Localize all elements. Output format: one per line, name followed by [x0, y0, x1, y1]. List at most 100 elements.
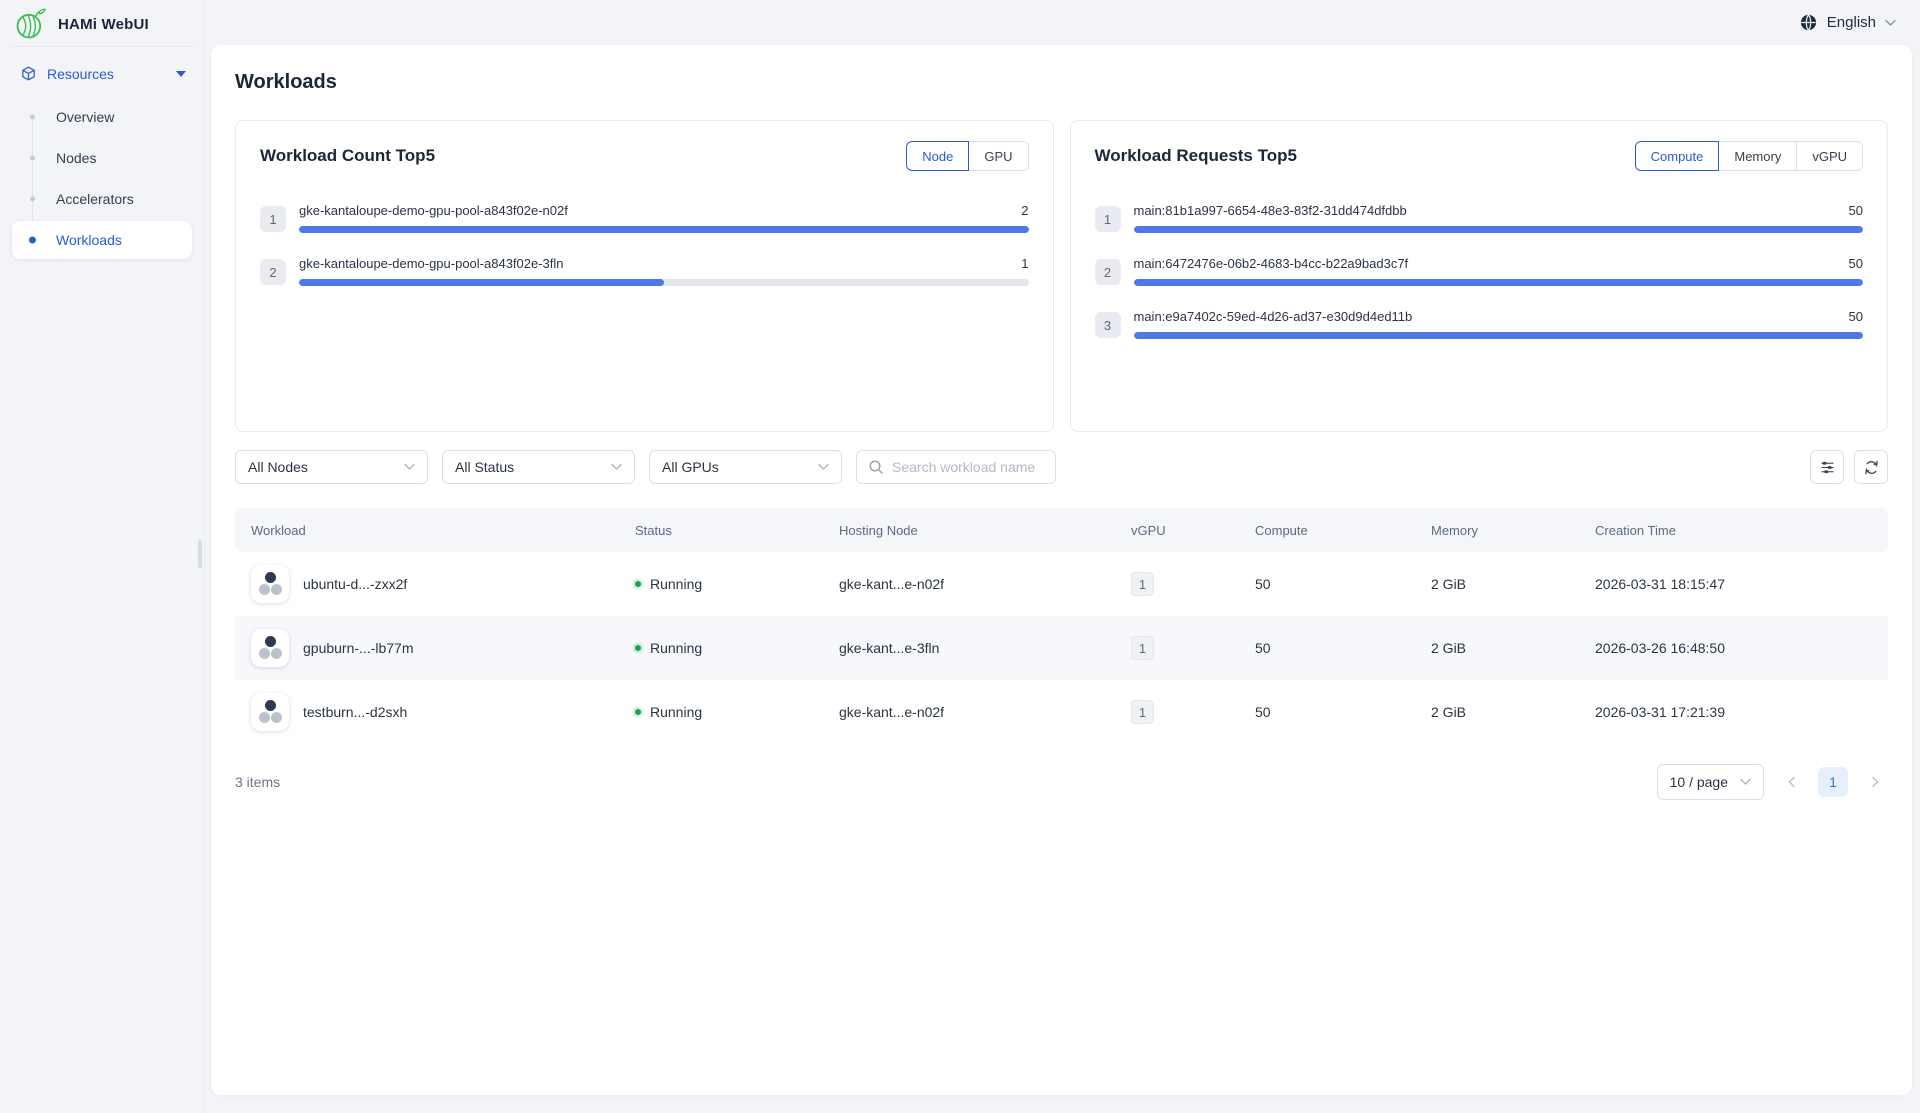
toggle-memory-button[interactable]: Memory	[1718, 141, 1797, 171]
gpu-filter-select[interactable]: All GPUs	[649, 450, 842, 484]
column-header-vgpu: vGPU	[1115, 523, 1239, 538]
table-row[interactable]: gpuburn-...-lb77m Running gke-kant...e-3…	[235, 616, 1888, 680]
workloads-table: Workload Status Hosting Node vGPU Comput…	[235, 508, 1888, 744]
table-footer: 3 items 10 / page 1	[235, 764, 1888, 800]
sidebar-item-label: Accelerators	[56, 191, 134, 207]
brand: HAMi WebUI	[0, 0, 204, 46]
sidebar: HAMi WebUI Resources Overview Nodes	[0, 0, 205, 1113]
workload-name: testburn...-d2sxh	[303, 704, 407, 720]
workload-count-title: Workload Count Top5	[260, 146, 435, 166]
memory-value: 2 GiB	[1415, 576, 1579, 592]
workload-requests-title: Workload Requests Top5	[1095, 146, 1297, 166]
bar-label: gke-kantaloupe-demo-gpu-pool-a843f02e-3f…	[299, 256, 564, 271]
sidebar-section-label: Resources	[47, 66, 114, 82]
page-size-value: 10 / page	[1670, 774, 1728, 790]
cube-icon	[20, 65, 37, 82]
globe-icon	[1799, 13, 1818, 32]
bar-value: 50	[1849, 256, 1863, 271]
requests-toggle-group: Compute Memory vGPU	[1635, 141, 1863, 171]
table-row[interactable]: ubuntu-d...-zxx2f Running gke-kant...e-n…	[235, 552, 1888, 616]
main-area: English Workloads Workload Count Top5 No…	[205, 0, 1920, 1113]
submenu-dot	[30, 115, 35, 120]
language-label: English	[1827, 14, 1876, 31]
sidebar-item-overview[interactable]: Overview	[12, 98, 192, 136]
toggle-vgpu-button[interactable]: vGPU	[1796, 141, 1863, 171]
refresh-button[interactable]	[1854, 450, 1888, 484]
bar-fill	[299, 226, 1029, 233]
status-label: Running	[650, 704, 702, 720]
page-size-select[interactable]: 10 / page	[1657, 764, 1764, 800]
node-filter-value: All Nodes	[248, 459, 308, 475]
hami-logo-icon	[14, 7, 48, 41]
pods-icon	[251, 629, 289, 667]
status-filter-select[interactable]: All Status	[442, 450, 635, 484]
bar-track	[1134, 332, 1864, 339]
app-title: HAMi WebUI	[58, 16, 149, 33]
pagination: 10 / page 1	[1657, 764, 1888, 800]
rank-badge: 2	[260, 259, 286, 285]
app-root: HAMi WebUI Resources Overview Nodes	[0, 0, 1920, 1113]
refresh-icon	[1863, 459, 1880, 476]
bar-track	[1134, 226, 1864, 233]
sidebar-section-resources[interactable]: Resources	[0, 47, 204, 94]
hosting-node: gke-kant...e-n02f	[823, 704, 1115, 720]
bar-fill	[299, 279, 664, 286]
search-icon	[868, 459, 884, 475]
column-header-creation-time: Creation Time	[1579, 523, 1888, 538]
caret-down-icon	[176, 71, 186, 77]
next-page-button[interactable]	[1862, 767, 1888, 797]
sidebar-resize-handle[interactable]	[198, 540, 202, 568]
chevron-right-icon	[1871, 776, 1880, 788]
previous-page-button[interactable]	[1778, 767, 1804, 797]
column-header-hosting-node: Hosting Node	[823, 523, 1115, 538]
workload-count-top5-card: Workload Count Top5 Node GPU 1 gke-kanta…	[235, 120, 1054, 432]
column-header-status: Status	[619, 523, 823, 538]
language-selector[interactable]: English	[1799, 13, 1896, 32]
sidebar-item-accelerators[interactable]: Accelerators	[12, 180, 192, 218]
status-filter-value: All Status	[455, 459, 514, 475]
toggle-node-button[interactable]: Node	[906, 141, 969, 171]
page-title: Workloads	[235, 71, 1888, 94]
bar-label: main:e9a7402c-59ed-4d26-ad37-e30d9d4ed11…	[1134, 309, 1413, 324]
bar-value: 1	[1021, 256, 1028, 271]
rank-badge: 1	[1095, 206, 1121, 232]
memory-value: 2 GiB	[1415, 704, 1579, 720]
node-filter-select[interactable]: All Nodes	[235, 450, 428, 484]
bar-track	[299, 226, 1029, 233]
rank-badge: 1	[260, 206, 286, 232]
sidebar-item-nodes[interactable]: Nodes	[12, 139, 192, 177]
submenu-dot	[30, 156, 35, 161]
chevron-left-icon	[1787, 776, 1796, 788]
memory-value: 2 GiB	[1415, 640, 1579, 656]
creation-time: 2026-03-31 17:21:39	[1579, 704, 1888, 720]
column-header-compute: Compute	[1239, 523, 1415, 538]
chart-row: 2 main:6472476e-06b2-4683-b4cc-b22a9bad3…	[1095, 256, 1864, 286]
chart-row: 3 main:e9a7402c-59ed-4d26-ad37-e30d9d4ed…	[1095, 309, 1864, 339]
vgpu-badge: 1	[1131, 700, 1154, 724]
column-header-memory: Memory	[1415, 523, 1579, 538]
total-items-label: 3 items	[235, 774, 280, 790]
chevron-down-icon	[1885, 19, 1896, 27]
status-dot-icon	[635, 709, 641, 715]
search-input[interactable]	[892, 459, 1044, 475]
table-row[interactable]: testburn...-d2sxh Running gke-kant...e-n…	[235, 680, 1888, 744]
pods-icon	[251, 693, 289, 731]
gpu-filter-value: All GPUs	[662, 459, 719, 475]
workload-search	[856, 450, 1056, 484]
sidebar-item-workloads[interactable]: Workloads	[12, 221, 192, 259]
bar-value: 2	[1021, 203, 1028, 218]
rank-badge: 3	[1095, 312, 1121, 338]
status-label: Running	[650, 576, 702, 592]
pods-icon	[251, 565, 289, 603]
toggle-compute-button[interactable]: Compute	[1635, 141, 1720, 171]
toggle-gpu-button[interactable]: GPU	[968, 141, 1028, 171]
page-1-button[interactable]: 1	[1818, 767, 1848, 797]
workload-requests-top5-card: Workload Requests Top5 Compute Memory vG…	[1070, 120, 1889, 432]
status-label: Running	[650, 640, 702, 656]
sidebar-item-label: Overview	[56, 109, 114, 125]
chevron-down-icon	[404, 463, 415, 471]
bar-value: 50	[1849, 203, 1863, 218]
topbar: English	[205, 0, 1920, 45]
bar-fill	[1134, 332, 1864, 339]
column-settings-button[interactable]	[1810, 450, 1844, 484]
